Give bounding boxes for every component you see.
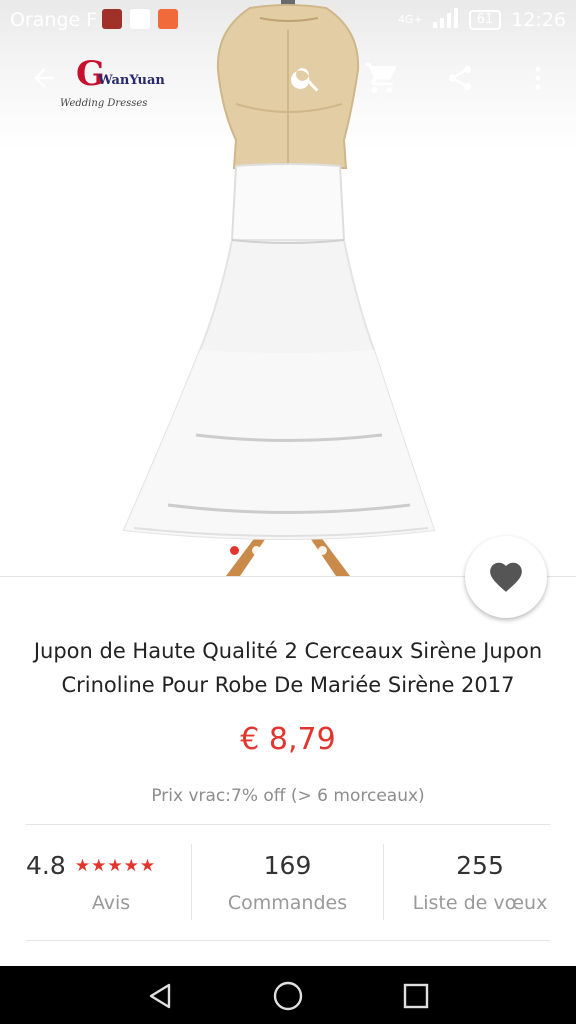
pager-dot[interactable] <box>274 546 283 555</box>
back-arrow-icon <box>34 68 54 88</box>
nav-home-button[interactable] <box>268 976 308 1016</box>
rating-label: Avis <box>91 892 131 914</box>
rating-value: 4.8 <box>26 851 66 880</box>
cart-icon <box>365 63 397 93</box>
nav-back-button[interactable] <box>140 976 180 1016</box>
wishlist-button[interactable] <box>465 536 547 618</box>
product-price: € 8,79 <box>240 722 336 757</box>
orders-summary[interactable]: 169 Commandes <box>192 846 383 920</box>
rating-stars: ★★★★★ <box>74 856 157 876</box>
more-vert-icon <box>535 66 541 90</box>
system-nav-bar <box>0 966 576 1024</box>
search-icon <box>291 68 319 92</box>
store-logo: G WanYuan Wedding Dresses <box>58 54 178 112</box>
pager-dot[interactable] <box>252 546 261 555</box>
notification-app-icon <box>102 9 122 29</box>
search-button[interactable] <box>282 54 330 102</box>
triangle-back-icon <box>149 983 171 1009</box>
orders-count: 169 <box>263 851 312 880</box>
cart-button[interactable] <box>358 54 406 102</box>
battery-icon: 61 <box>468 10 502 30</box>
logo-name: WanYuan <box>98 73 165 88</box>
wishlist-count: 255 <box>456 851 504 880</box>
divider <box>26 940 550 941</box>
divider <box>26 824 550 825</box>
logo-tagline: Wedding Dresses <box>60 98 148 109</box>
pager-dot[interactable] <box>296 546 305 555</box>
wishlist-summary[interactable]: 255 Liste de vœux <box>384 846 576 920</box>
orders-label: Commandes <box>227 892 348 914</box>
circle-home-icon <box>273 981 303 1011</box>
share-icon <box>448 65 472 91</box>
gallery-pager <box>230 546 327 555</box>
product-title: Jupon de Haute Qualité 2 Cerceaux Sirène… <box>33 639 543 697</box>
clock: 12:26 <box>511 9 566 31</box>
carrier-name: Orange F <box>10 9 98 31</box>
notification-health-icon <box>130 9 150 29</box>
signal-icon <box>432 7 459 33</box>
rating-summary[interactable]: 4.8 ★★★★★ Avis <box>26 846 186 920</box>
share-button[interactable] <box>436 54 484 102</box>
bulk-price-note: Prix vrac:7% off (> 6 morceaux) <box>151 786 425 806</box>
nav-recents-button[interactable] <box>396 976 436 1016</box>
more-options-button[interactable] <box>514 54 562 102</box>
heart-icon <box>490 562 522 592</box>
network-type: 4G+ <box>397 13 423 26</box>
wishlist-label: Liste de vœux <box>412 892 548 914</box>
pager-dot[interactable] <box>318 546 327 555</box>
toolbar: G WanYuan Wedding Dresses <box>0 44 576 124</box>
pager-dot[interactable] <box>230 546 239 555</box>
notification-shop-icon <box>158 9 178 29</box>
status-bar: Orange F 4G+ 61 12:26 <box>0 0 576 40</box>
square-recents-icon <box>403 983 429 1009</box>
